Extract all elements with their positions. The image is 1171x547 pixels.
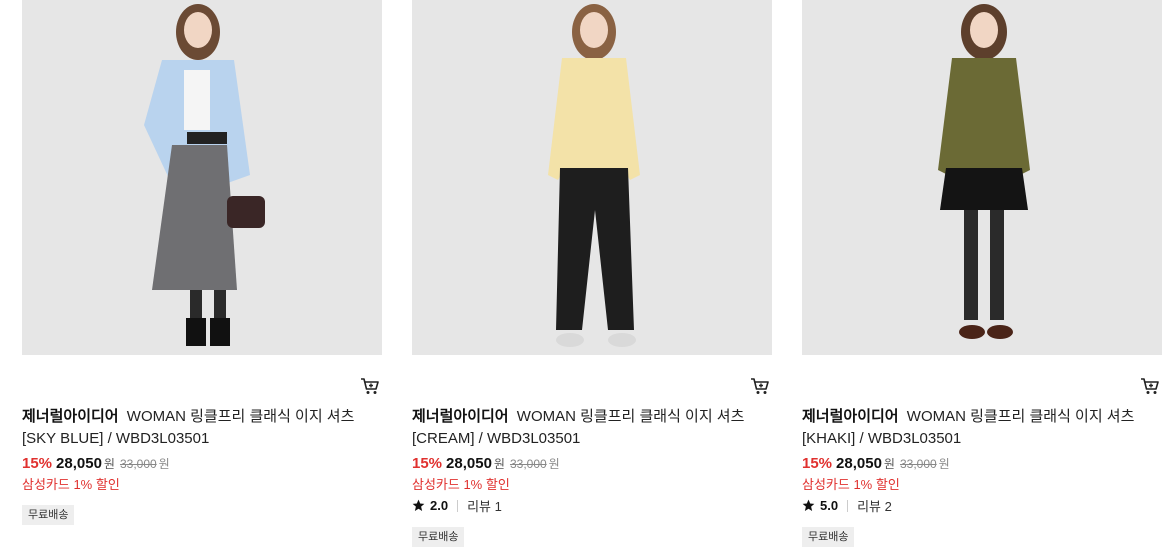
discount-rate: 15% (412, 455, 443, 472)
product-title[interactable]: 제너럴아이디어 WOMAN 링클프리 클래식 이지 셔츠 [KHAKI] / W… (802, 406, 1162, 450)
product-card[interactable]: 제너럴아이디어 WOMAN 링클프리 클래식 이지 셔츠 [KHAKI] / W… (802, 0, 1162, 547)
card-promo: 삼성카드 1% 할인 (802, 477, 900, 492)
product-variant[interactable]: [KHAKI] / WBD3L03501 (802, 430, 961, 447)
star-icon (412, 499, 425, 512)
model-photo (802, 0, 1162, 355)
brand-name[interactable]: 제너럴아이디어 (802, 408, 899, 425)
model-photo (22, 0, 382, 355)
discount-rate: 15% (22, 455, 53, 472)
brand-name[interactable]: 제너럴아이디어 (22, 408, 119, 425)
original-currency-label: 원 (938, 457, 950, 471)
product-name[interactable]: WOMAN 링클프리 클래식 이지 셔츠 (907, 408, 1135, 425)
review-count[interactable]: 리뷰 1 (467, 496, 502, 515)
sale-price: 28,050 (56, 455, 102, 472)
divider (847, 499, 849, 512)
rating-row[interactable]: 5.0 리뷰 2 (802, 496, 892, 515)
price-row: 15% 28,050 원 33,000 원 (412, 455, 560, 475)
original-price: 33,000 (119, 457, 157, 471)
divider (457, 499, 459, 512)
original-currency-label: 원 (158, 457, 170, 471)
rating-score: 2.0 (430, 498, 449, 513)
product-card[interactable]: 제너럴아이디어 WOMAN 링클프리 클래식 이지 셔츠 [SKY BLUE] … (22, 0, 382, 544)
add-to-cart-icon[interactable] (1140, 376, 1160, 396)
sale-price: 28,050 (446, 455, 492, 472)
product-card[interactable]: 제너럴아이디어 WOMAN 링클프리 클래식 이지 셔츠 [CREAM] / W… (412, 0, 772, 547)
product-image[interactable] (412, 0, 772, 355)
brand-name[interactable]: 제너럴아이디어 (412, 408, 509, 425)
original-price: 33,000 (509, 457, 547, 471)
review-count[interactable]: 리뷰 2 (857, 496, 892, 515)
rating-score: 5.0 (820, 498, 839, 513)
star-icon (802, 499, 815, 512)
free-shipping-badge: 무료배송 (802, 527, 855, 547)
currency-label: 원 (493, 457, 505, 471)
card-promo: 삼성카드 1% 할인 (412, 477, 510, 492)
product-title[interactable]: 제너럴아이디어 WOMAN 링클프리 클래식 이지 셔츠 [SKY BLUE] … (22, 406, 382, 450)
price-row: 15% 28,050 원 33,000 원 (802, 455, 950, 475)
price-row: 15% 28,050 원 33,000 원 (22, 455, 170, 475)
product-name[interactable]: WOMAN 링클프리 클래식 이지 셔츠 (127, 408, 355, 425)
product-variant[interactable]: [CREAM] / WBD3L03501 (412, 430, 580, 447)
free-shipping-badge: 무료배송 (412, 527, 465, 547)
product-image[interactable] (802, 0, 1162, 355)
free-shipping-badge: 무료배송 (22, 505, 75, 525)
original-price: 33,000 (899, 457, 937, 471)
product-variant[interactable]: [SKY BLUE] / WBD3L03501 (22, 430, 209, 447)
original-currency-label: 원 (548, 457, 560, 471)
add-to-cart-icon[interactable] (750, 376, 770, 396)
product-image[interactable] (22, 0, 382, 355)
rating-row[interactable]: 2.0 리뷰 1 (412, 496, 502, 515)
currency-label: 원 (103, 457, 115, 471)
product-title[interactable]: 제너럴아이디어 WOMAN 링클프리 클래식 이지 셔츠 [CREAM] / W… (412, 406, 772, 450)
sale-price: 28,050 (836, 455, 882, 472)
model-photo (412, 0, 772, 355)
add-to-cart-icon[interactable] (360, 376, 380, 396)
discount-rate: 15% (802, 455, 833, 472)
product-name[interactable]: WOMAN 링클프리 클래식 이지 셔츠 (517, 408, 745, 425)
card-promo: 삼성카드 1% 할인 (22, 477, 120, 492)
currency-label: 원 (883, 457, 895, 471)
